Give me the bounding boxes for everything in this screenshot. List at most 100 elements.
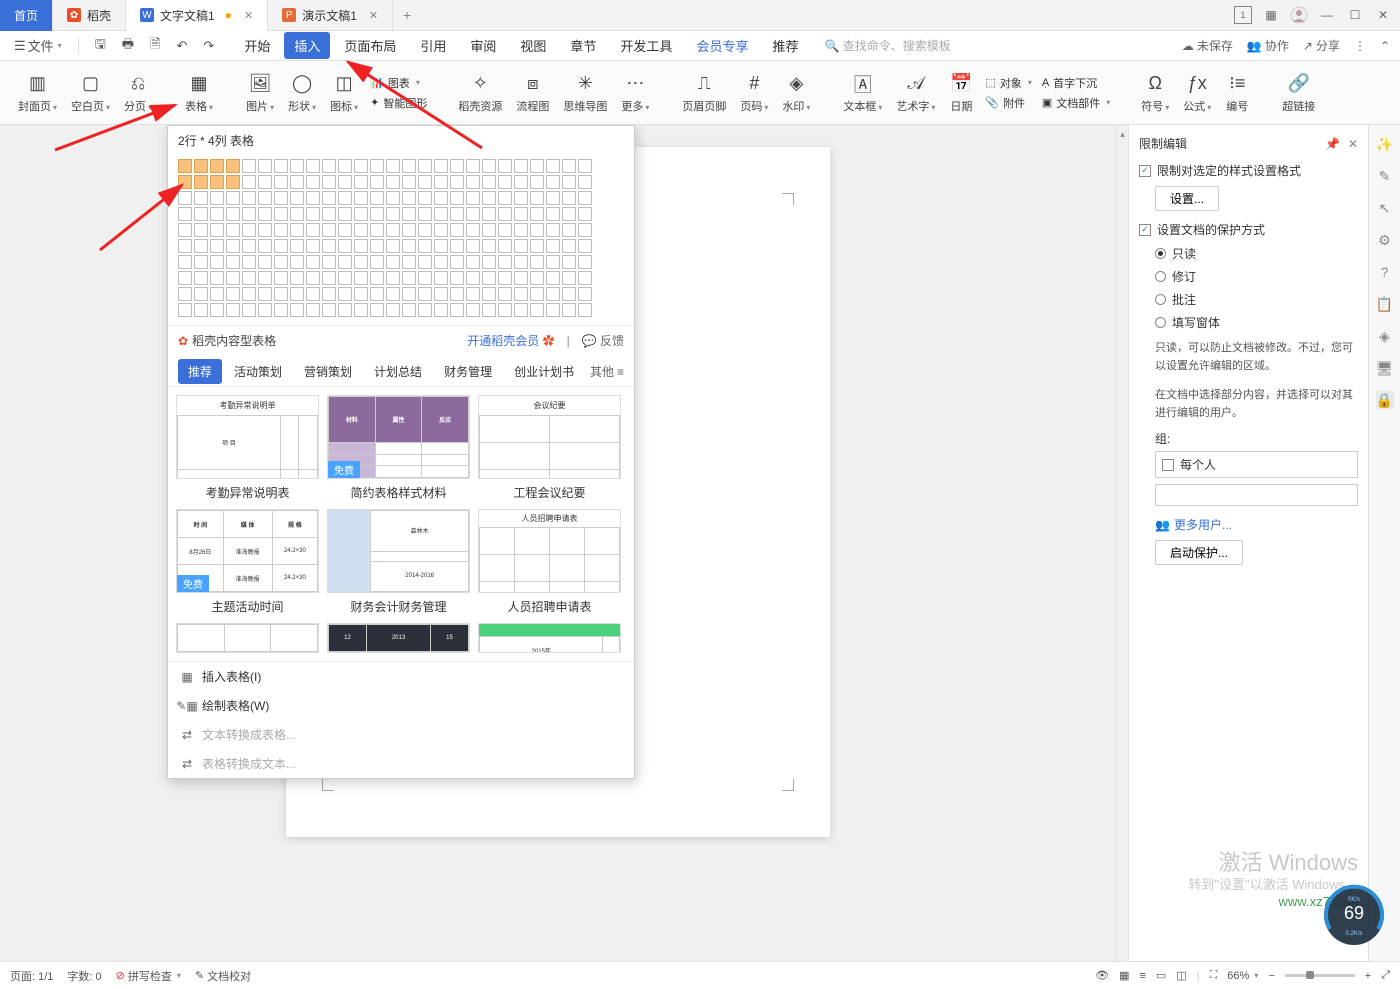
grid-cell[interactable] bbox=[466, 159, 480, 173]
unsaved-indicator[interactable]: ☁未保存 bbox=[1182, 37, 1233, 54]
grid-cell[interactable] bbox=[434, 287, 448, 301]
grid-cell[interactable] bbox=[306, 287, 320, 301]
grid-cell[interactable] bbox=[402, 239, 416, 253]
grid-cell[interactable] bbox=[178, 223, 192, 237]
grid-cell[interactable] bbox=[306, 159, 320, 173]
object-button[interactable]: ⬚对象▾ bbox=[981, 74, 1035, 92]
grid-cell[interactable] bbox=[530, 159, 544, 173]
lock-icon[interactable]: 🔒 bbox=[1376, 391, 1394, 409]
spell-check[interactable]: ⊘拼写检查▾ bbox=[116, 968, 181, 984]
grid-cell[interactable] bbox=[530, 239, 544, 253]
grid-cell[interactable] bbox=[530, 255, 544, 269]
grid-cell[interactable] bbox=[370, 175, 384, 189]
equation-button[interactable]: ƒx公式▾ bbox=[1177, 63, 1217, 123]
grid-cell[interactable] bbox=[274, 239, 288, 253]
apps-grid-icon[interactable]: ▦ bbox=[1262, 6, 1280, 24]
radio-form[interactable]: 填写窗体 bbox=[1137, 311, 1360, 334]
grid-cell[interactable] bbox=[450, 175, 464, 189]
grid-cell[interactable] bbox=[386, 223, 400, 237]
grid-cell[interactable] bbox=[562, 239, 576, 253]
grid-cell[interactable] bbox=[434, 303, 448, 317]
fit-width-icon[interactable]: ⛶ bbox=[1210, 969, 1218, 982]
grid-cell[interactable] bbox=[290, 175, 304, 189]
page-indicator[interactable]: 页面: 1/1 bbox=[10, 968, 53, 984]
menu-member[interactable]: 会员专享 bbox=[686, 32, 758, 59]
grid-cell[interactable] bbox=[562, 207, 576, 221]
grid-cell[interactable] bbox=[370, 287, 384, 301]
grid-cell[interactable] bbox=[242, 255, 256, 269]
grid-cell[interactable] bbox=[322, 255, 336, 269]
grid-cell[interactable] bbox=[466, 223, 480, 237]
grid-cell[interactable] bbox=[418, 287, 432, 301]
grid-cell[interactable] bbox=[354, 223, 368, 237]
grid-cell[interactable] bbox=[466, 239, 480, 253]
grid-cell[interactable] bbox=[418, 159, 432, 173]
maximize-icon[interactable]: ☐ bbox=[1346, 6, 1364, 24]
everyone-checkbox[interactable]: 每个人 bbox=[1155, 451, 1358, 478]
grid-cell[interactable] bbox=[290, 191, 304, 205]
grid-cell[interactable] bbox=[514, 303, 528, 317]
grid-cell[interactable] bbox=[546, 191, 560, 205]
grid-cell[interactable] bbox=[498, 271, 512, 285]
grid-cell[interactable] bbox=[338, 239, 352, 253]
grid-cell[interactable] bbox=[258, 239, 272, 253]
grid-cell[interactable] bbox=[578, 207, 592, 221]
grid-cell[interactable] bbox=[274, 223, 288, 237]
doc-scrollbar[interactable]: ▴ bbox=[1116, 125, 1128, 961]
view-print-icon[interactable]: ▦ bbox=[1119, 969, 1129, 982]
grid-cell[interactable] bbox=[562, 271, 576, 285]
grid-cell[interactable] bbox=[178, 255, 192, 269]
view-outline-icon[interactable]: ≡ bbox=[1139, 970, 1145, 982]
grid-cell[interactable] bbox=[322, 271, 336, 285]
view-read-icon[interactable]: ◫ bbox=[1176, 969, 1186, 982]
grid-cell[interactable] bbox=[418, 303, 432, 317]
grid-cell[interactable] bbox=[274, 191, 288, 205]
grid-cell[interactable] bbox=[290, 159, 304, 173]
undo-icon[interactable]: ↶ bbox=[173, 36, 192, 56]
cat-recommend[interactable]: 推荐 bbox=[178, 359, 222, 384]
pin-icon[interactable]: 📌 bbox=[1325, 137, 1340, 151]
grid-cell[interactable] bbox=[210, 159, 224, 173]
mindmap-button[interactable]: ✳思维导图 bbox=[557, 63, 613, 123]
grid-cell[interactable] bbox=[498, 255, 512, 269]
grid-cell[interactable] bbox=[562, 159, 576, 173]
grid-cell[interactable] bbox=[258, 303, 272, 317]
help-icon[interactable]: ? bbox=[1376, 263, 1394, 281]
cat-activity[interactable]: 活动策划 bbox=[224, 359, 292, 384]
eye-icon[interactable]: 👁 bbox=[1095, 969, 1109, 982]
grid-cell[interactable] bbox=[466, 287, 480, 301]
grid-cell[interactable] bbox=[546, 223, 560, 237]
share-button[interactable]: ↗分享 bbox=[1303, 37, 1340, 54]
redo-icon[interactable]: ↷ bbox=[199, 36, 218, 56]
grid-cell[interactable] bbox=[434, 191, 448, 205]
grid-cell[interactable] bbox=[322, 175, 336, 189]
grid-cell[interactable] bbox=[578, 159, 592, 173]
grid-cell[interactable] bbox=[498, 287, 512, 301]
grid-cell[interactable] bbox=[226, 239, 240, 253]
grid-cell[interactable] bbox=[562, 303, 576, 317]
grid-cell[interactable] bbox=[530, 287, 544, 301]
grid-cell[interactable] bbox=[290, 239, 304, 253]
grid-cell[interactable] bbox=[498, 303, 512, 317]
grid-cell[interactable] bbox=[546, 303, 560, 317]
grid-cell[interactable] bbox=[386, 207, 400, 221]
diamond-icon[interactable]: ◈ bbox=[1376, 327, 1394, 345]
grid-cell[interactable] bbox=[578, 255, 592, 269]
grid-cell[interactable] bbox=[194, 255, 208, 269]
grid-cell[interactable] bbox=[306, 191, 320, 205]
template-item[interactable] bbox=[176, 623, 319, 653]
view-web-icon[interactable]: ▭ bbox=[1156, 969, 1166, 982]
grid-cell[interactable] bbox=[530, 271, 544, 285]
grid-cell[interactable] bbox=[546, 239, 560, 253]
grid-cell[interactable] bbox=[306, 303, 320, 317]
cursor-icon[interactable]: ↖ bbox=[1376, 199, 1394, 217]
grid-cell[interactable] bbox=[562, 255, 576, 269]
picture-button[interactable]: 🖼图片▾ bbox=[240, 63, 280, 123]
grid-cell[interactable] bbox=[226, 175, 240, 189]
grid-cell[interactable] bbox=[482, 191, 496, 205]
shapes-button[interactable]: ◯形状▾ bbox=[282, 63, 322, 123]
grid-cell[interactable] bbox=[306, 255, 320, 269]
cat-marketing[interactable]: 营销策划 bbox=[294, 359, 362, 384]
grid-cell[interactable] bbox=[370, 159, 384, 173]
radio-readonly[interactable]: 只读 bbox=[1137, 242, 1360, 265]
